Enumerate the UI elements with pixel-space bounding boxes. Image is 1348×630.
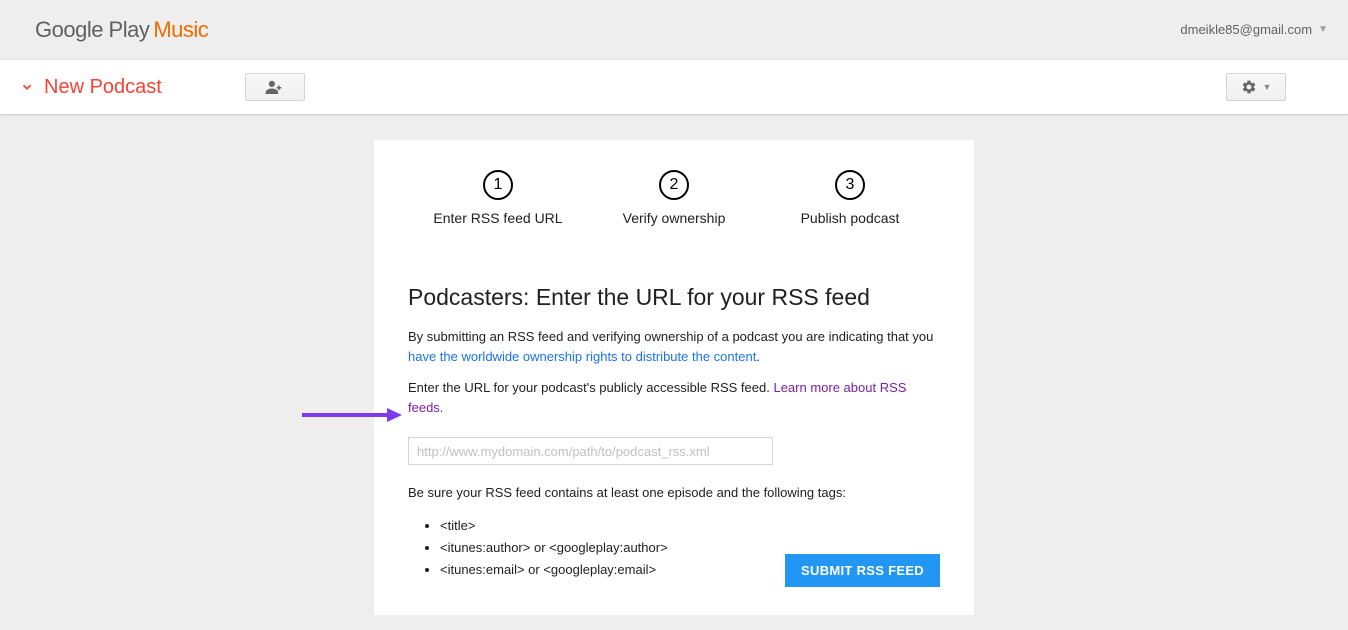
step-label: Verify ownership xyxy=(623,210,726,226)
step-circle: 3 xyxy=(835,170,865,200)
caret-down-icon: ▼ xyxy=(1263,82,1272,92)
step-1: 1 Enter RSS feed URL xyxy=(430,170,566,226)
logo-google-play: Google Play xyxy=(35,17,149,43)
logo-music: Music xyxy=(153,17,208,43)
add-person-button[interactable] xyxy=(245,73,305,101)
main-heading: Podcasters: Enter the URL for your RSS f… xyxy=(408,284,938,311)
intro-paragraph: By submitting an RSS feed and verifying … xyxy=(408,327,938,366)
account-menu[interactable]: dmeikle85@gmail.com ▼ xyxy=(1180,22,1328,37)
intro-text: By submitting an RSS feed and verifying … xyxy=(408,329,933,344)
step-label: Publish podcast xyxy=(801,210,900,226)
caret-down-icon: ▼ xyxy=(1318,24,1328,35)
instruction-paragraph: Enter the URL for your podcast's publicl… xyxy=(408,378,938,417)
logo[interactable]: Google Play Music xyxy=(35,17,208,43)
account-email: dmeikle85@gmail.com xyxy=(1180,22,1312,37)
instruction-text: Enter the URL for your podcast's publicl… xyxy=(408,380,773,395)
step-circle: 2 xyxy=(659,170,689,200)
podcast-dropdown[interactable]: New Podcast xyxy=(20,76,162,99)
chevron-down-icon xyxy=(20,80,34,94)
steps-row: 1 Enter RSS feed URL 2 Verify ownership … xyxy=(410,170,938,226)
top-bar: Google Play Music dmeikle85@gmail.com ▼ xyxy=(0,0,1348,60)
gear-icon xyxy=(1241,79,1257,95)
annotation-arrow-icon xyxy=(302,405,402,425)
podcast-title: New Podcast xyxy=(44,76,162,99)
podcast-card: 1 Enter RSS feed URL 2 Verify ownership … xyxy=(374,140,974,615)
ownership-link[interactable]: have the worldwide ownership rights to d… xyxy=(408,349,756,364)
tag-item: <title> xyxy=(440,515,938,537)
step-3: 3 Publish podcast xyxy=(782,170,918,226)
settings-button[interactable]: ▼ xyxy=(1226,73,1286,101)
sub-bar: New Podcast ▼ xyxy=(0,60,1348,115)
step-circle: 1 xyxy=(483,170,513,200)
step-label: Enter RSS feed URL xyxy=(433,210,562,226)
intro-suffix: . xyxy=(756,349,760,364)
content-area: 1 Enter RSS feed URL 2 Verify ownership … xyxy=(0,115,1348,615)
person-add-icon xyxy=(265,80,285,94)
rss-url-input[interactable] xyxy=(408,437,773,465)
step-2: 2 Verify ownership xyxy=(606,170,742,226)
tags-intro: Be sure your RSS feed contains at least … xyxy=(408,483,938,503)
submit-rss-button[interactable]: SUBMIT RSS FEED xyxy=(785,554,940,587)
